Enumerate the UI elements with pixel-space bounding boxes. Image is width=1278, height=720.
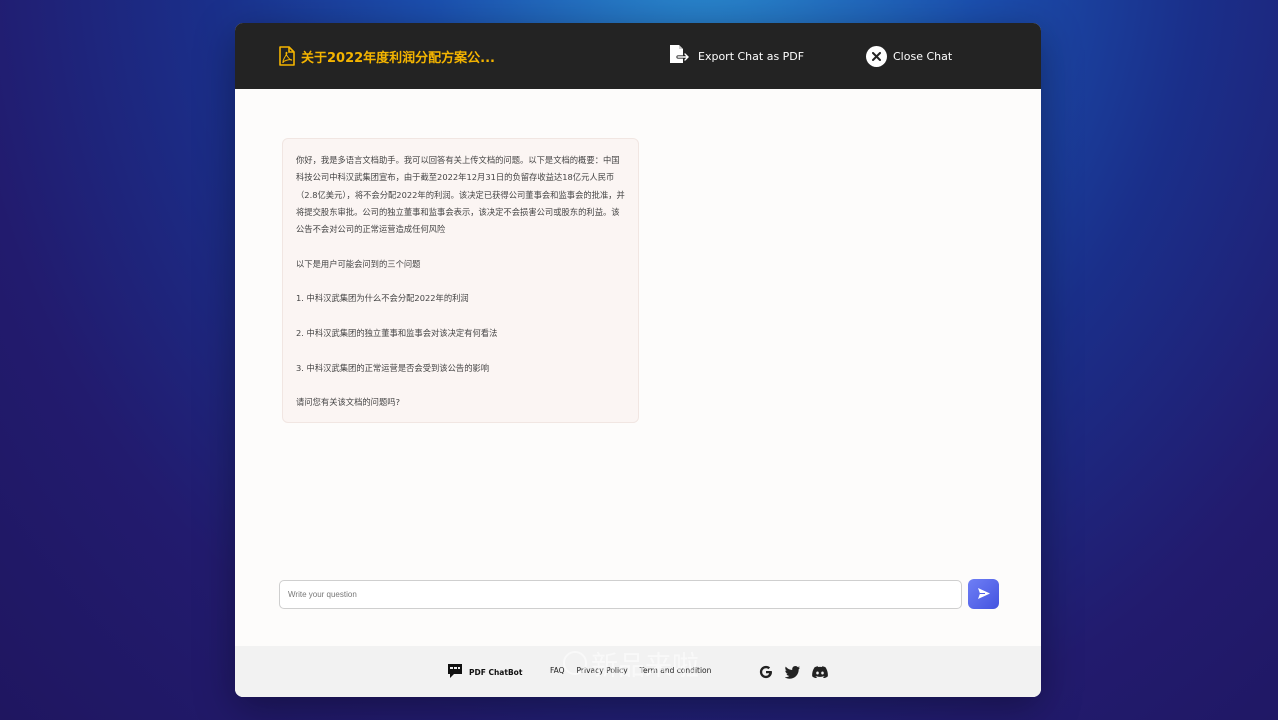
message-closing: 请问您有关该文档的问题吗? [296, 397, 400, 408]
suggested-question-2: 2. 中科汉武集团的独立董事和监事会对该决定有何看法 [296, 327, 498, 338]
chat-header: 关于2022年度利润分配方案公... Export Chat as PDF Cl… [235, 23, 1041, 89]
close-chat-label: Close Chat [893, 49, 953, 63]
question-input[interactable] [279, 580, 962, 609]
terms-link[interactable]: Term and condition [640, 666, 712, 678]
brand-name: PDF ChatBot [469, 667, 523, 677]
message-intro: 你好，我是多语言文档助手。我可以回答有关上传文档的问题。以下是文档的概要：中国科… [296, 155, 625, 235]
chatbot-logo-icon [446, 662, 466, 682]
brand-logo[interactable]: PDF ChatBot [446, 662, 522, 682]
pdf-file-icon [278, 46, 295, 66]
message-questions-header: 以下是用户可能会问到的三个问题 [296, 258, 421, 269]
faq-link[interactable]: FAQ [550, 666, 565, 678]
suggested-question-3: 3. 中科汉武集团的正常运营是否会受到该公告的影响 [296, 362, 490, 373]
export-chat-button[interactable]: Export Chat as PDF [668, 44, 804, 68]
social-links [759, 664, 828, 680]
assistant-message-bubble: 你好，我是多语言文档助手。我可以回答有关上传文档的问题。以下是文档的概要：中国科… [282, 138, 639, 424]
footer-links: FAQ Privacy Policy Term and condition [550, 666, 711, 678]
export-chat-label: Export Chat as PDF [698, 49, 805, 63]
discord-icon[interactable] [812, 666, 828, 678]
footer: PDF ChatBot FAQ Privacy Policy Term and … [235, 646, 1041, 697]
question-input-row [279, 579, 999, 609]
close-chat-button[interactable]: Close Chat [866, 44, 952, 68]
google-icon[interactable] [759, 665, 773, 679]
chat-window: 关于2022年度利润分配方案公... Export Chat as PDF Cl… [235, 23, 1041, 697]
privacy-policy-link[interactable]: Privacy Policy [577, 666, 628, 678]
send-icon [977, 585, 991, 604]
send-button[interactable] [968, 579, 999, 609]
chat-messages-area: 你好，我是多语言文档助手。我可以回答有关上传文档的问题。以下是文档的概要：中国科… [235, 89, 1041, 569]
suggested-question-1: 1. 中科汉武集团为什么不会分配2022年的利润 [296, 293, 469, 304]
export-pdf-icon [668, 44, 691, 68]
document-title: 关于2022年度利润分配方案公... [278, 45, 495, 67]
document-title-text: 关于2022年度利润分配方案公... [301, 50, 495, 66]
close-icon [866, 45, 887, 67]
twitter-icon[interactable] [785, 665, 800, 679]
